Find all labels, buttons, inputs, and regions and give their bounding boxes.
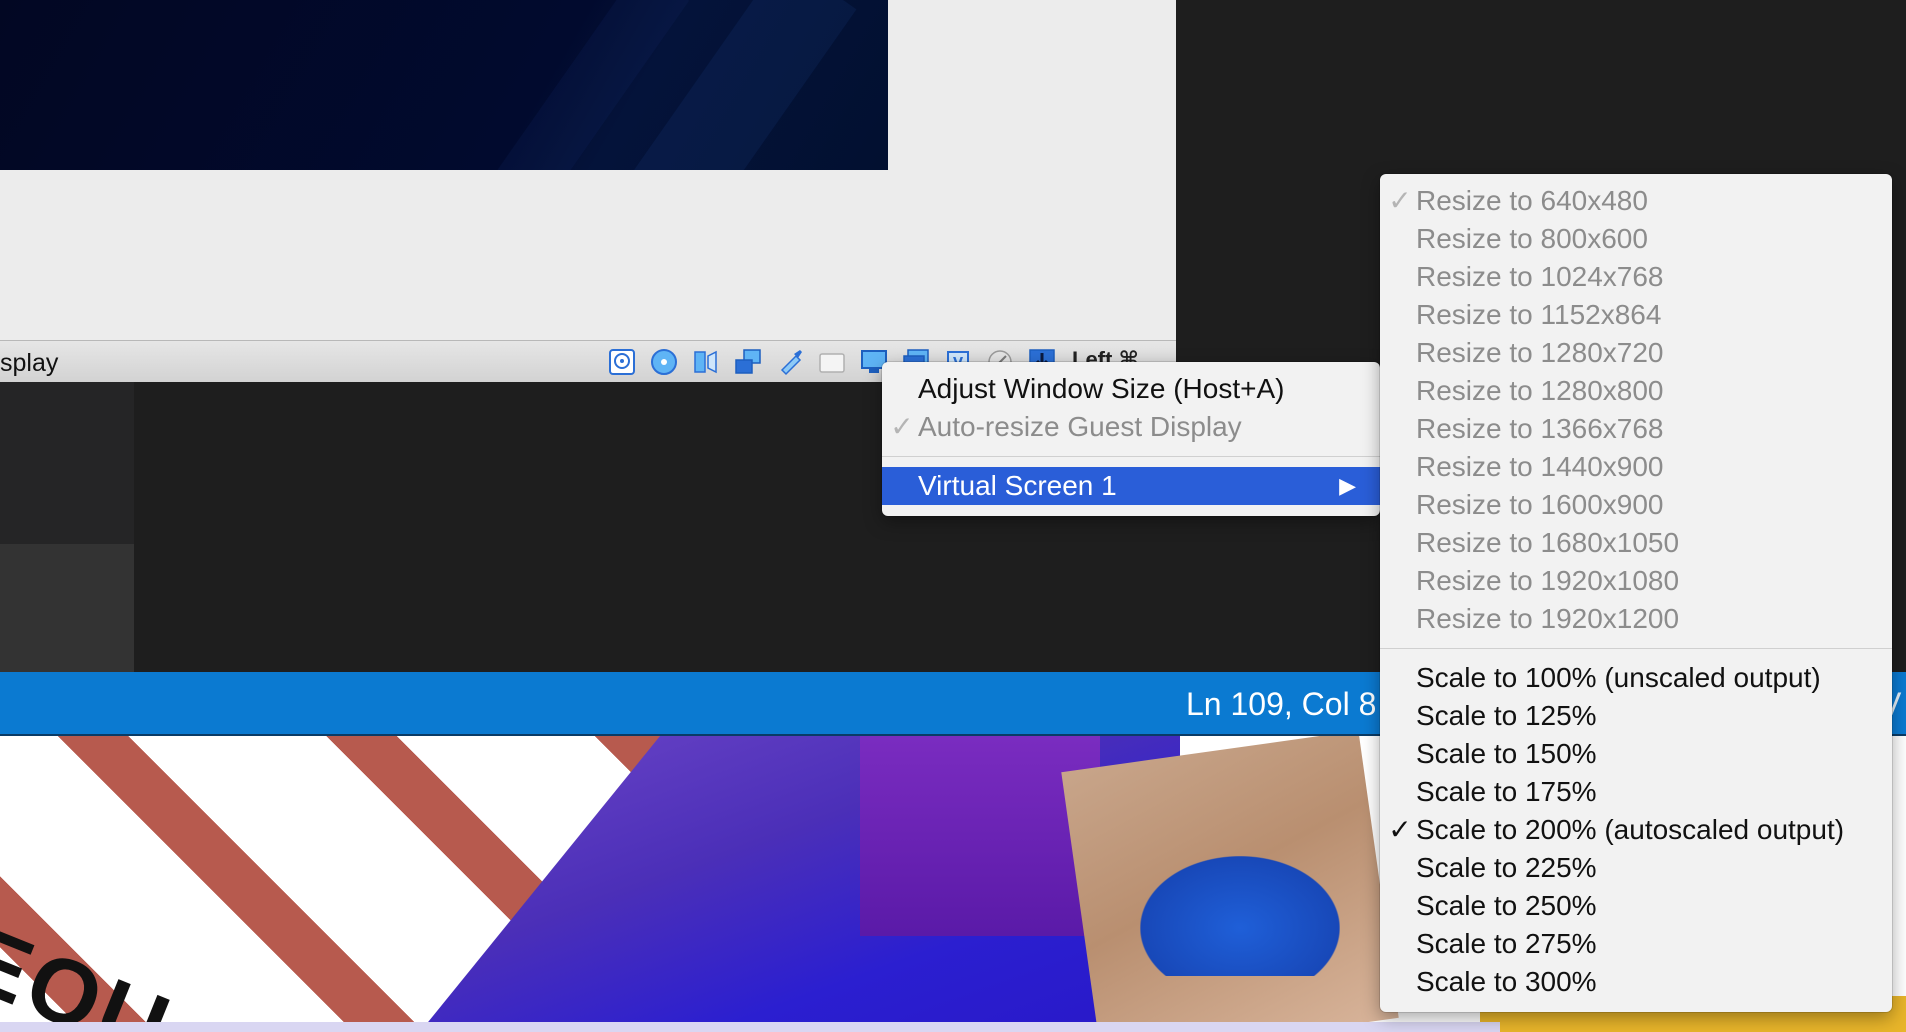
menu-item[interactable]: ✓ Resize to 640x480 xyxy=(1380,182,1892,220)
check-icon: ✓ xyxy=(890,411,914,442)
menu-item-adjust-window-size[interactable]: Adjust Window Size (Host+A) xyxy=(882,370,1380,408)
resize-options: ✓ Resize to 640x480 Resize to 800x600 Resiz… xyxy=(1380,182,1892,638)
menu-item[interactable]: Scale to 150% xyxy=(1380,735,1892,773)
menu-item-label: Resize to 1680x1050 xyxy=(1416,527,1680,558)
menu-item[interactable]: Resize to 1920x1080 xyxy=(1380,562,1892,600)
scale-options: Scale to 100% (unscaled output) Scale to … xyxy=(1380,659,1892,1001)
audio-icon[interactable] xyxy=(692,348,720,376)
menu-item[interactable]: Resize to 1024x768 xyxy=(1380,258,1892,296)
menu-item-label: Resize to 1024x768 xyxy=(1416,261,1664,292)
menu-item-label: Resize to 1920x1080 xyxy=(1416,565,1680,596)
menu-item-label: Scale to 200% (autoscaled output) xyxy=(1416,814,1845,845)
menu-item-label: Resize to 640x480 xyxy=(1416,185,1648,216)
menu-item-label: Scale to 275% xyxy=(1416,928,1597,959)
sidebar-panel[interactable] xyxy=(0,382,134,544)
menu-item-label: Adjust Window Size (Host+A) xyxy=(918,373,1285,404)
check-icon: ✓ xyxy=(1388,185,1412,216)
menu-item[interactable]: Scale to 100% (unscaled output) xyxy=(1380,659,1892,697)
menu-item[interactable]: Scale to 300% xyxy=(1380,963,1892,1001)
menu-item-label: Scale to 150% xyxy=(1416,738,1597,769)
menu-item[interactable]: Resize to 1440x900 xyxy=(1380,448,1892,486)
shared-folder-icon[interactable] xyxy=(818,348,846,376)
menu-item-label: Scale to 225% xyxy=(1416,852,1597,883)
network-icon[interactable] xyxy=(734,348,762,376)
menu-item[interactable]: Resize to 1152x864 xyxy=(1380,296,1892,334)
menu-item-label: Resize to 1152x864 xyxy=(1416,299,1662,330)
menu-item-label: Resize to 800x600 xyxy=(1416,223,1648,254)
menu-item-auto-resize[interactable]: ✓ Auto-resize Guest Display xyxy=(882,408,1380,446)
menu-item-label: Scale to 175% xyxy=(1416,776,1597,807)
menu-item-label: Resize to 1600x900 xyxy=(1416,489,1664,520)
menu-item[interactable]: Resize to 1280x800 xyxy=(1380,372,1892,410)
menu-item-label: Resize to 1366x768 xyxy=(1416,413,1664,444)
check-icon: ✓ xyxy=(1388,814,1412,845)
menu-item[interactable]: Resize to 1680x1050 xyxy=(1380,524,1892,562)
menu-separator xyxy=(1380,648,1892,649)
optical-drive-icon[interactable] xyxy=(650,348,678,376)
menu-item-label: Auto-resize Guest Display xyxy=(918,411,1242,442)
image-bottom-bar xyxy=(0,1022,1500,1032)
display-menu: Adjust Window Size (Host+A) ✓ Auto-resiz… xyxy=(882,362,1380,516)
menu-item-label: Scale to 100% (unscaled output) xyxy=(1416,662,1821,693)
sidebar-panel-selected[interactable] xyxy=(0,544,134,672)
menu-item[interactable]: Scale to 125% xyxy=(1380,697,1892,735)
menu-item[interactable]: ✓ Scale to 200% (autoscaled output) xyxy=(1380,811,1892,849)
menu-item[interactable]: Scale to 225% xyxy=(1380,849,1892,887)
menu-item[interactable]: Resize to 1600x900 xyxy=(1380,486,1892,524)
vm-window: splay Left ⌘ xyxy=(0,0,1176,383)
menu-item[interactable]: Resize to 800x600 xyxy=(1380,220,1892,258)
usb-icon[interactable] xyxy=(776,348,804,376)
menu-item[interactable]: Scale to 175% xyxy=(1380,773,1892,811)
hard-disk-icon[interactable] xyxy=(608,348,636,376)
menu-item[interactable]: Scale to 275% xyxy=(1380,925,1892,963)
menu-item-label: Resize to 1280x800 xyxy=(1416,375,1664,406)
vm-guest-screen[interactable] xyxy=(0,0,888,170)
menu-item-label: Resize to 1920x1200 xyxy=(1416,603,1680,634)
menu-item-label: Resize to 1440x900 xyxy=(1416,451,1664,482)
submenu-arrow-icon: ▶ xyxy=(1339,473,1356,498)
blue-cap xyxy=(1140,856,1340,976)
image-block xyxy=(860,736,1100,936)
menu-item-label: Scale to 300% xyxy=(1416,966,1597,997)
cursor-position[interactable]: Ln 109, Col 8 xyxy=(1186,686,1376,723)
virtual-screen-submenu: ✓ Resize to 640x480 Resize to 800x600 Resiz… xyxy=(1380,174,1892,1012)
menu-item[interactable]: Resize to 1280x720 xyxy=(1380,334,1892,372)
menu-item-label: Virtual Screen 1 xyxy=(918,470,1117,501)
status-bar-label: splay xyxy=(0,349,59,377)
menu-item[interactable]: Resize to 1920x1200 xyxy=(1380,600,1892,638)
menu-item[interactable]: Resize to 1366x768 xyxy=(1380,410,1892,448)
menu-separator xyxy=(882,456,1380,457)
menu-item[interactable]: Scale to 250% xyxy=(1380,887,1892,925)
menu-item-label: Scale to 125% xyxy=(1416,700,1597,731)
menu-item-label: Resize to 1280x720 xyxy=(1416,337,1664,368)
menu-item-virtual-screen-1[interactable]: Virtual Screen 1 ▶ xyxy=(882,467,1380,505)
menu-item-label: Scale to 250% xyxy=(1416,890,1597,921)
